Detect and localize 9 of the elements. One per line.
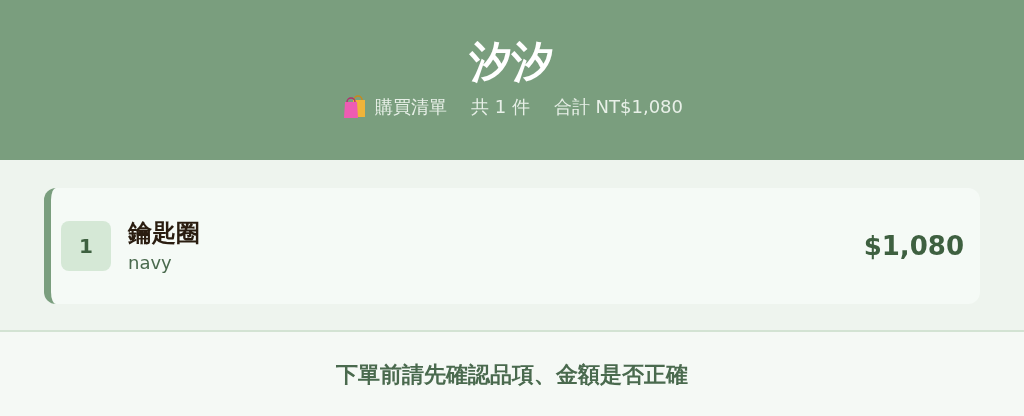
order-total: 合計 NT$1,080 (553, 94, 684, 119)
store-title: 汐汐 (470, 36, 554, 88)
item-count: 共 1 件 (470, 94, 530, 119)
item-price: $1,080 (863, 229, 964, 263)
item-name: 鑰匙圈 (128, 217, 201, 249)
list-label: 購買清單 (374, 94, 447, 119)
item-number: 1 (61, 221, 111, 271)
footer-notice: 下單前請先確認品項、金額是否正確 (336, 360, 688, 389)
item-variant: navy (128, 250, 173, 275)
